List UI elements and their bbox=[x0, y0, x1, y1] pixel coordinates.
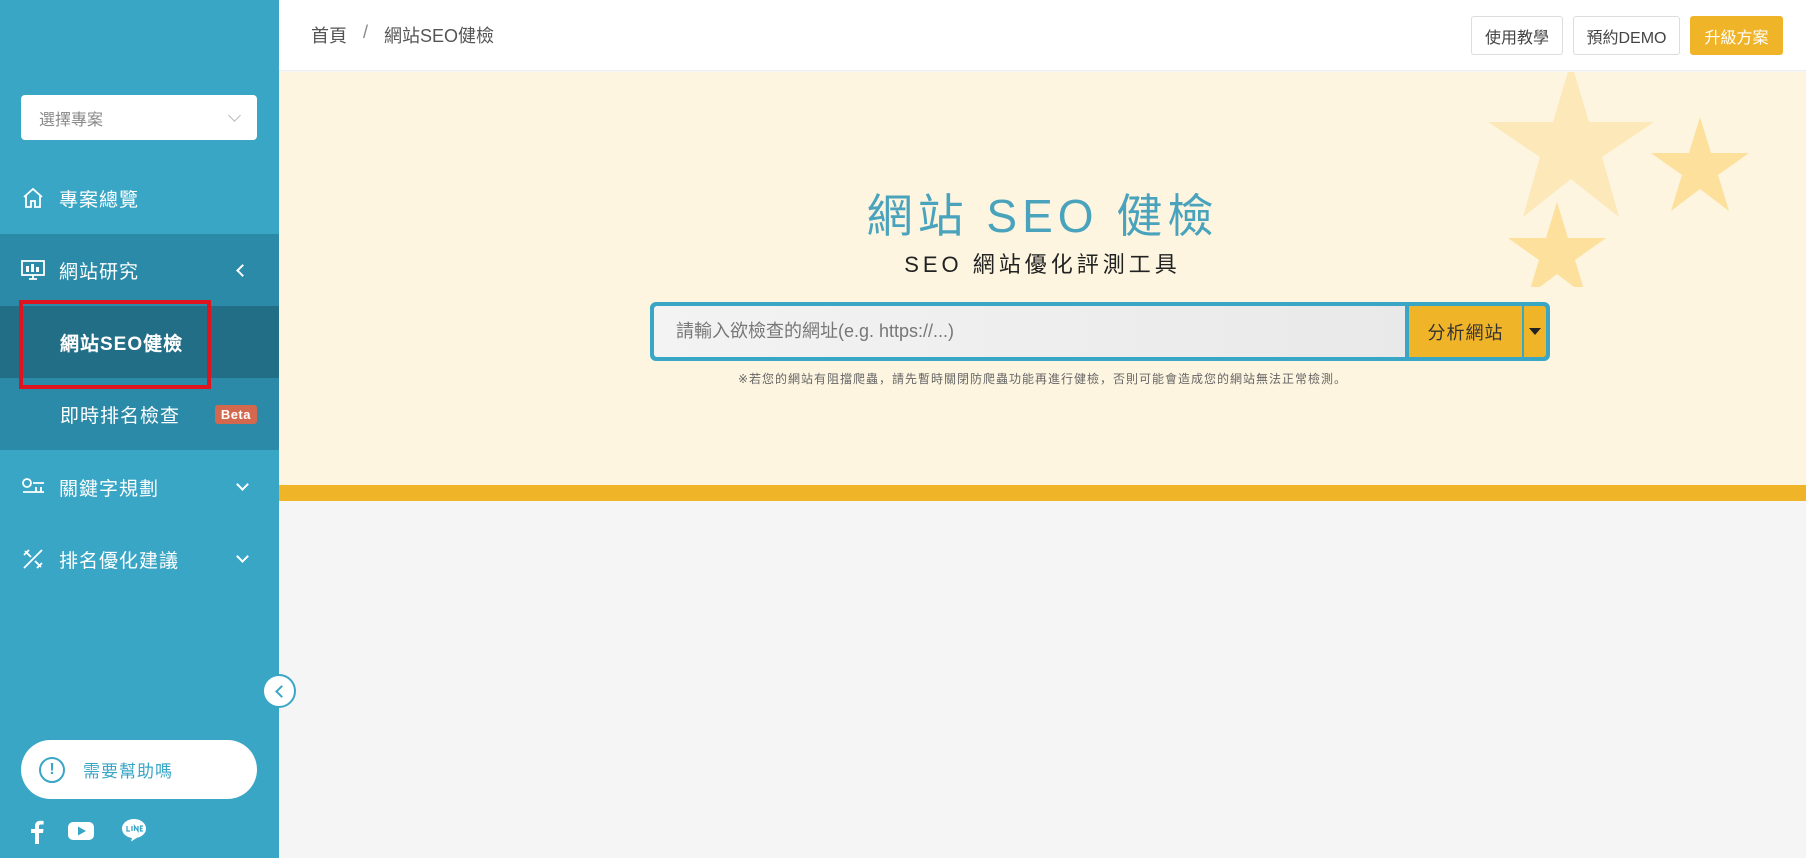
analyze-options-dropdown[interactable] bbox=[1524, 306, 1546, 357]
monitor-icon bbox=[21, 258, 45, 282]
hero-banner: 網站 SEO 健檢 SEO 網站優化評測工具 分析網站 ※若您的網站有阻擋爬蟲，… bbox=[279, 72, 1806, 485]
breadcrumb-separator: / bbox=[363, 22, 369, 42]
book-demo-button[interactable]: 預約DEMO bbox=[1573, 16, 1680, 55]
tools-icon bbox=[21, 547, 45, 571]
chevron-down-icon bbox=[236, 550, 249, 563]
chevron-left-icon bbox=[274, 684, 288, 698]
sidebar-item-ranking-suggestions[interactable]: 排名優化建議 bbox=[0, 523, 279, 595]
sidebar: 選擇專案 專案總覽 網站研究 網站SEO健檢 即時排名檢查 Beta 關鍵字規劃… bbox=[0, 0, 279, 858]
sidebar-item-label: 專案總覽 bbox=[59, 189, 140, 211]
breadcrumb-current: 網站SEO健檢 bbox=[384, 26, 495, 46]
breadcrumb-home[interactable]: 首頁 bbox=[311, 22, 347, 48]
url-input[interactable] bbox=[654, 306, 1405, 357]
analyze-site-button[interactable]: 分析網站 bbox=[1409, 306, 1522, 357]
help-label: 需要幫助嗎 bbox=[83, 762, 173, 781]
info-icon: ! bbox=[39, 756, 65, 783]
chevron-down-icon bbox=[236, 478, 249, 491]
chevron-left-icon bbox=[236, 263, 249, 277]
sidebar-subitem-rank-check[interactable]: 即時排名檢查 Beta bbox=[0, 378, 279, 450]
beta-badge: Beta bbox=[214, 404, 257, 424]
sidebar-subitem-seo-audit[interactable]: 網站SEO健檢 bbox=[0, 306, 279, 378]
youtube-icon[interactable] bbox=[68, 822, 94, 840]
sidebar-subitem-label: 即時排名檢查 bbox=[60, 405, 181, 427]
crawler-notice: ※若您的網站有阻擋爬蟲，請先暫時關閉防爬蟲功能再進行健檢，否則可能會造成您的網站… bbox=[737, 372, 1348, 386]
sidebar-item-label: 排名優化建議 bbox=[59, 550, 180, 572]
project-select-placeholder: 選擇專案 bbox=[39, 111, 104, 129]
main-content-area bbox=[279, 501, 1806, 858]
caret-down-icon bbox=[1529, 328, 1541, 335]
home-icon bbox=[21, 186, 45, 210]
hero-title: 網站 SEO 健檢 bbox=[866, 190, 1219, 242]
sidebar-item-site-research[interactable]: 網站研究 bbox=[0, 234, 279, 306]
top-bar: 首頁 / 網站SEO健檢 使用教學 預約DEMO 升級方案 bbox=[279, 0, 1806, 71]
line-icon[interactable] bbox=[121, 818, 147, 842]
sidebar-item-label: 關鍵字規劃 bbox=[59, 478, 160, 500]
hero-accent-bar bbox=[279, 485, 1806, 501]
keyword-icon bbox=[21, 475, 45, 499]
chevron-down-icon bbox=[228, 108, 241, 122]
sidebar-item-project-overview[interactable]: 專案總覽 bbox=[0, 162, 279, 234]
sidebar-item-keyword-planning[interactable]: 關鍵字規劃 bbox=[0, 451, 279, 523]
help-button[interactable]: ! 需要幫助嗎 bbox=[21, 740, 257, 799]
upgrade-plan-button[interactable]: 升級方案 bbox=[1690, 16, 1783, 55]
url-search-bar: 分析網站 bbox=[650, 302, 1550, 361]
sidebar-collapse-button[interactable] bbox=[262, 674, 296, 708]
facebook-icon[interactable] bbox=[26, 820, 48, 844]
tutorial-button[interactable]: 使用教學 bbox=[1471, 16, 1563, 55]
breadcrumb: 首頁 / 網站SEO健檢 bbox=[311, 22, 494, 48]
sidebar-subitem-label: 網站SEO健檢 bbox=[60, 333, 184, 355]
sidebar-item-label: 網站研究 bbox=[59, 261, 140, 283]
project-select[interactable]: 選擇專案 bbox=[21, 95, 257, 140]
hero-subtitle: SEO 網站優化評測工具 bbox=[904, 252, 1181, 277]
